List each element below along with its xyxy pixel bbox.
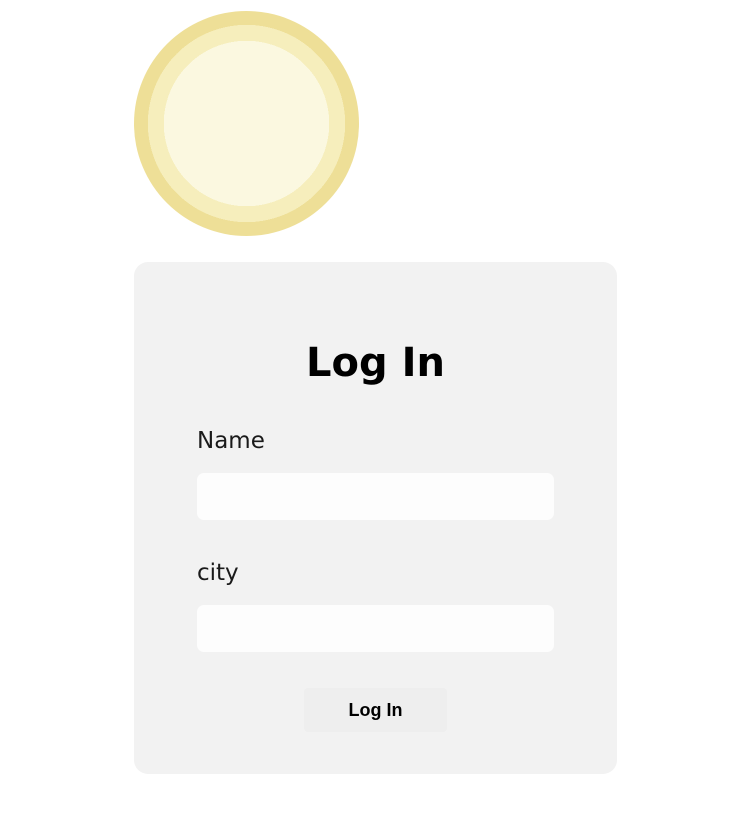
login-card: Log In Name city Log In xyxy=(134,262,617,774)
name-input[interactable] xyxy=(197,473,554,520)
login-title: Log In xyxy=(306,340,445,386)
city-label: city xyxy=(197,560,239,586)
city-input[interactable] xyxy=(197,605,554,652)
name-label: Name xyxy=(197,428,265,454)
login-button[interactable]: Log In xyxy=(304,688,447,732)
sun-logo-icon xyxy=(134,11,359,236)
